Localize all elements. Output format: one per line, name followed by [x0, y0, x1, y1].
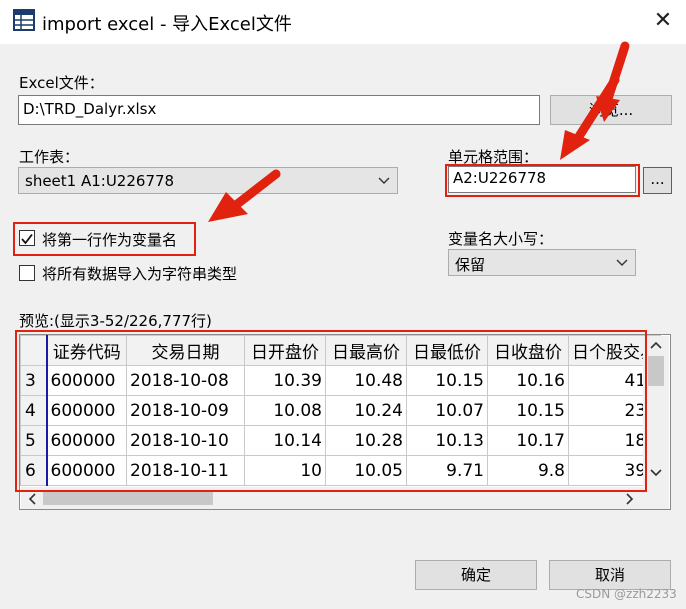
- arrow-to-first-row-option: [208, 169, 281, 222]
- watermark-text: CSDN @zzh2233: [576, 587, 677, 601]
- annotation-arrows: [208, 41, 630, 222]
- arrow-to-cell-range: [560, 75, 620, 160]
